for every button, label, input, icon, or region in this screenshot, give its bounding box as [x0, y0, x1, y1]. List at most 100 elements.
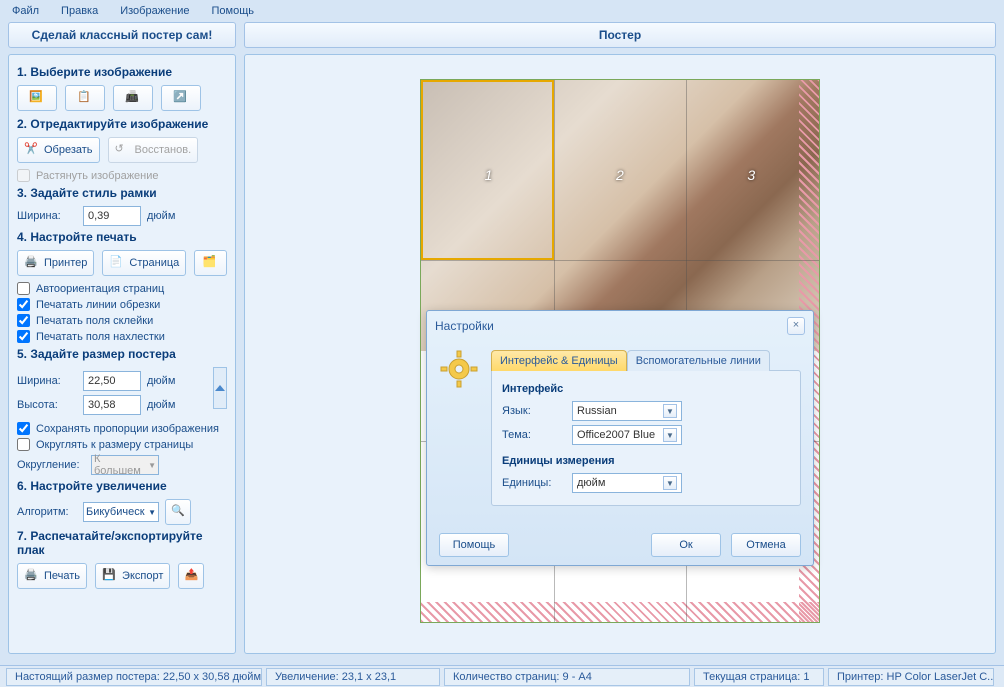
units-label: Единицы: — [502, 477, 562, 489]
export-button[interactable]: 💾Экспорт — [95, 563, 170, 589]
export-label: Экспорт — [122, 570, 163, 582]
export-extra-button[interactable]: 📤 — [178, 563, 204, 589]
status-current-page: Текущая страница: 1 — [694, 668, 824, 686]
group-units: Единицы измерения — [502, 455, 790, 467]
settings-dialog: Настройки × Интерфейс & Единицы Вспомога… — [426, 310, 814, 566]
paste-button[interactable]: 📋 — [65, 85, 105, 111]
keep-ratio-checkbox[interactable] — [17, 422, 30, 435]
content-header: Постер — [244, 22, 996, 48]
cell-number: 2 — [616, 167, 624, 183]
crop-button[interactable]: ✂️Обрезать — [17, 137, 100, 163]
auto-orient-checkbox[interactable] — [17, 282, 30, 295]
round-page-label: Округлять к размеру страницы — [36, 439, 193, 451]
group-interface: Интерфейс — [502, 383, 790, 395]
scan-button[interactable]: 📠 — [113, 85, 153, 111]
slider-handle-icon — [215, 385, 225, 391]
status-zoom: Увеличение: 23,1 x 23,1 — [266, 668, 440, 686]
keep-ratio-label: Сохранять пропорции изображения — [36, 423, 219, 435]
units-select[interactable]: дюйм▼ — [572, 473, 682, 493]
page-icon: 📄 — [109, 255, 125, 271]
preview-zoom-button[interactable]: 🔍 — [165, 499, 191, 525]
printer-button[interactable]: 🖨️ Принтер — [17, 250, 94, 276]
step-1-title: 1. Выберите изображение — [17, 65, 227, 79]
clipboard-icon: 📋 — [77, 90, 93, 106]
selection-box[interactable] — [421, 80, 554, 260]
menu-bar: Файл Правка Изображение Помощь — [0, 0, 1004, 22]
overlap-fields-checkbox[interactable] — [17, 330, 30, 343]
theme-select[interactable]: Office2007 Blue▼ — [572, 425, 682, 445]
printer-label: Принтер — [44, 257, 87, 269]
printer-icon: 🖨️ — [24, 568, 40, 584]
grid-line-h — [421, 260, 819, 261]
poster-width-label: Ширина: — [17, 375, 77, 387]
page-button[interactable]: 📄Страница — [102, 250, 186, 276]
dialog-close-button[interactable]: × — [787, 317, 805, 335]
theme-label: Тема: — [502, 429, 562, 441]
print-label: Печать — [44, 570, 80, 582]
step-2-title: 2. Отредактируйте изображение — [17, 117, 227, 131]
wizard-panel: 1. Выберите изображение 🖼️ 📋 📠 ↗️ 2. Отр… — [8, 54, 236, 654]
border-width-label: Ширина: — [17, 210, 77, 222]
ok-button[interactable]: Ок — [651, 533, 721, 557]
step-3-title: 3. Задайте стиль рамки — [17, 186, 227, 200]
open-image-button[interactable]: 🖼️ — [17, 85, 57, 111]
printer-icon: 🖨️ — [24, 255, 40, 271]
chevron-down-icon: ▼ — [148, 461, 156, 470]
overlap-fields-label: Печатать поля нахлестки — [36, 331, 165, 343]
step-4-title: 4. Настройте печать — [17, 230, 227, 244]
menu-file[interactable]: Файл — [6, 3, 45, 19]
rounding-select: К большем▼ — [91, 455, 159, 475]
cut-lines-checkbox[interactable] — [17, 298, 30, 311]
sidebar-header[interactable]: Сделай классный постер сам! — [8, 22, 236, 48]
magnifier-icon: 🔍 — [171, 504, 185, 520]
image-icon: 🖼️ — [29, 90, 45, 106]
external-icon: ↗️ — [173, 90, 189, 106]
border-width-input[interactable] — [83, 206, 141, 226]
crop-label: Обрезать — [44, 144, 93, 156]
status-bar: Настоящий размер постера: 22,50 x 30,58 … — [0, 665, 1004, 687]
external-button[interactable]: ↗️ — [161, 85, 201, 111]
glue-fields-label: Печатать поля склейки — [36, 315, 153, 327]
menu-image[interactable]: Изображение — [114, 3, 195, 19]
algorithm-select[interactable]: Бикубическ▼ — [83, 502, 159, 522]
auto-orient-label: Автоориентация страниц — [36, 283, 164, 295]
dialog-titlebar[interactable]: Настройки × — [427, 311, 813, 341]
menu-edit[interactable]: Правка — [55, 3, 104, 19]
restore-button[interactable]: ↺ Восстанов. — [108, 137, 199, 163]
size-slider[interactable] — [213, 367, 227, 409]
step-5-title: 5. Задайте размер постера — [17, 347, 227, 361]
menu-help[interactable]: Помощь — [206, 3, 261, 19]
hatch-bottom — [421, 602, 819, 622]
help-button[interactable]: Помощь — [439, 533, 509, 557]
algorithm-value: Бикубическ — [86, 506, 145, 518]
border-width-unit: дюйм — [147, 210, 175, 222]
glue-fields-checkbox[interactable] — [17, 314, 30, 327]
round-page-checkbox[interactable] — [17, 438, 30, 451]
cancel-button[interactable]: Отмена — [731, 533, 801, 557]
chevron-down-icon: ▼ — [148, 508, 156, 517]
status-real-size: Настоящий размер постера: 22,50 x 30,58 … — [6, 668, 262, 686]
theme-value: Office2007 Blue — [577, 429, 655, 441]
stretch-label: Растянуть изображение — [36, 170, 159, 182]
poster-width-input[interactable] — [83, 371, 141, 391]
tab-interface-units[interactable]: Интерфейс & Единицы — [491, 350, 627, 371]
chevron-down-icon: ▼ — [663, 404, 677, 418]
page-extra-button[interactable]: 🗂️ — [194, 250, 227, 276]
close-icon: × — [793, 319, 799, 331]
language-select[interactable]: Russian ▼ — [572, 401, 682, 421]
chevron-down-icon: ▼ — [663, 476, 677, 490]
poster-height-input[interactable] — [83, 395, 141, 415]
poster-width-unit: дюйм — [147, 375, 175, 387]
print-button[interactable]: 🖨️ Печать — [17, 563, 87, 589]
poster-height-label: Высота: — [17, 399, 77, 411]
poster-height-unit: дюйм — [147, 399, 175, 411]
restore-icon: ↺ — [115, 142, 131, 158]
algorithm-label: Алгоритм: — [17, 506, 77, 518]
status-printer: Принтер: HP Color LaserJet C... — [828, 668, 994, 686]
step-6-title: 6. Настройте увеличение — [17, 479, 227, 493]
restore-label: Восстанов. — [135, 144, 192, 156]
gear-icon — [439, 349, 479, 517]
language-value: Russian — [577, 405, 617, 417]
tab-guidelines[interactable]: Вспомогательные линии — [627, 350, 770, 371]
status-pages: Количество страниц: 9 - A4 — [444, 668, 690, 686]
